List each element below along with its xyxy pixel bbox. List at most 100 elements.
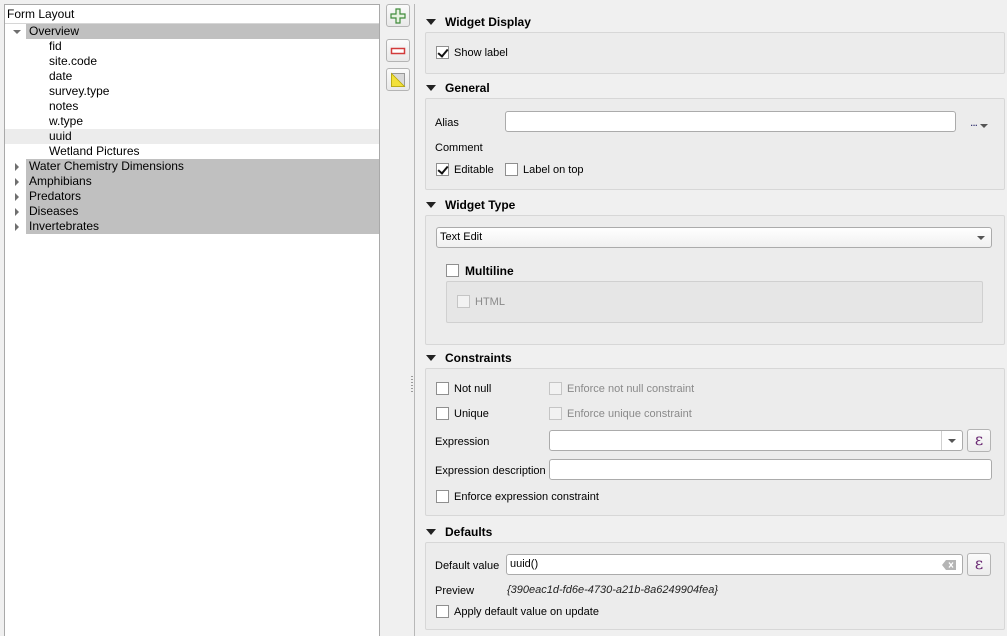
- show-label-checkbox[interactable]: [436, 46, 449, 59]
- collapsed-arrow-icon[interactable]: [12, 189, 22, 204]
- apply-on-update-checkbox[interactable]: [436, 605, 449, 618]
- tree-field-row[interactable]: site.code: [5, 54, 379, 69]
- tree-field-row[interactable]: date: [5, 69, 379, 84]
- default-value-input[interactable]: uuid(): [506, 554, 963, 575]
- section-defaults[interactable]: Defaults: [426, 524, 492, 540]
- general-group: Alias ... Comment Editable Label on top: [425, 98, 1005, 190]
- collapsed-arrow-icon[interactable]: [12, 159, 22, 174]
- plus-icon: [390, 7, 406, 24]
- section-constraints[interactable]: Constraints: [426, 350, 512, 366]
- multiline-label: Multiline: [465, 264, 514, 278]
- preview-label: Preview: [435, 585, 475, 597]
- comment-label: Comment: [435, 142, 483, 154]
- separator: [941, 431, 942, 450]
- chevron-down-icon: [977, 236, 985, 240]
- tree-container-row[interactable]: Amphibians: [5, 174, 379, 189]
- expression-input[interactable]: [549, 430, 963, 451]
- splitter-handle[interactable]: [411, 376, 413, 394]
- tree-field-row[interactable]: notes: [5, 99, 379, 114]
- not-null-label: Not null: [454, 383, 492, 395]
- tree-item-label: Wetland Pictures: [49, 144, 140, 158]
- collapse-icon: [426, 202, 436, 208]
- alias-more-button[interactable]: ...: [970, 115, 988, 129]
- editable-label: Editable: [454, 164, 494, 176]
- tree-item-label: Diseases: [29, 204, 79, 218]
- editable-checkbox[interactable]: [436, 163, 449, 176]
- chevron-down-icon: [980, 124, 988, 128]
- section-title: Constraints: [445, 351, 512, 365]
- label-on-top-checkbox[interactable]: [505, 163, 518, 176]
- expression-description-input[interactable]: [549, 459, 992, 480]
- tree-container-row[interactable]: Overview: [5, 24, 379, 39]
- tree-item-label: Amphibians: [29, 174, 92, 188]
- tree-item-label: Predators: [29, 189, 82, 203]
- form-layout-tree[interactable]: Form Layout Overview fid site.code date surv…: [4, 4, 380, 636]
- collapse-icon: [426, 19, 436, 25]
- tree-container-row[interactable]: Diseases: [5, 204, 379, 219]
- widget-type-select[interactable]: Text Edit: [436, 227, 992, 248]
- not-null-checkbox[interactable]: [436, 382, 449, 395]
- default-expression-builder-button[interactable]: ε: [967, 553, 991, 576]
- tree-item-label: site.code: [49, 54, 98, 68]
- enforce-unique-checkbox[interactable]: [549, 407, 562, 420]
- collapsed-arrow-icon[interactable]: [12, 204, 22, 219]
- section-title: Widget Display: [445, 15, 531, 29]
- widget-type-value: Text Edit: [440, 231, 483, 243]
- label-on-top-label: Label on top: [523, 164, 584, 176]
- more-icon: ...: [970, 115, 978, 129]
- multiline-checkbox[interactable]: [446, 264, 459, 277]
- invert-selection-button[interactable]: [386, 68, 410, 91]
- section-general[interactable]: General: [426, 80, 490, 96]
- unique-checkbox[interactable]: [436, 407, 449, 420]
- tree-rows: Overview fid site.code date survey.type notes…: [5, 24, 379, 234]
- enforce-not-null-label: Enforce not null constraint: [567, 383, 695, 395]
- section-title: Defaults: [445, 525, 493, 539]
- tree-item-label: Water Chemistry Dimensions: [29, 159, 184, 173]
- collapsed-arrow-icon[interactable]: [12, 174, 22, 189]
- expression-builder-button[interactable]: ε: [967, 429, 991, 452]
- tree-field-row[interactable]: fid: [5, 39, 379, 54]
- section-title: Widget Type: [445, 198, 516, 212]
- tree-field-row[interactable]: survey.type: [5, 84, 379, 99]
- alias-input[interactable]: [505, 111, 956, 132]
- remove-item-button[interactable]: [386, 39, 410, 62]
- tree-field-row[interactable]: Wetland Pictures: [5, 144, 379, 159]
- collapsed-arrow-icon[interactable]: [12, 219, 22, 234]
- tree-item-label: uuid: [49, 129, 72, 143]
- enforce-not-null-checkbox[interactable]: [549, 382, 562, 395]
- unique-label: Unique: [454, 408, 489, 420]
- tree-item-label: Overview: [29, 24, 80, 38]
- collapse-icon: [426, 85, 436, 91]
- clear-icon[interactable]: [942, 560, 956, 570]
- tree-field-row[interactable]: w.type: [5, 114, 379, 129]
- section-widget-type[interactable]: Widget Type: [426, 197, 515, 213]
- widget-display-group: Show label: [425, 32, 1005, 74]
- default-value-label: Default value: [435, 560, 500, 572]
- html-label: HTML: [475, 296, 505, 308]
- tree-container-row[interactable]: Predators: [5, 189, 379, 204]
- defaults-group: Default value uuid() ε Preview {390eac1d…: [425, 542, 1005, 630]
- expanded-arrow-icon[interactable]: [12, 24, 22, 39]
- tree-item-label: fid: [49, 39, 62, 53]
- tree-container-row[interactable]: Water Chemistry Dimensions: [5, 159, 379, 174]
- chevron-down-icon[interactable]: [948, 439, 956, 443]
- invert-selection-icon: [391, 72, 406, 87]
- tree-container-row[interactable]: Invertebrates: [5, 219, 379, 234]
- add-container-button[interactable]: [386, 4, 410, 27]
- show-label-label: Show label: [454, 47, 508, 59]
- multiline-group: HTML: [446, 281, 983, 323]
- tree-item-label: date: [49, 69, 73, 83]
- tree-item-label: notes: [49, 99, 79, 113]
- section-widget-display[interactable]: Widget Display: [426, 14, 531, 30]
- tree-field-row[interactable]: uuid: [5, 129, 379, 144]
- field-properties-panel: Widget Display Show label General Alias …: [415, 4, 1007, 636]
- collapse-icon: [426, 529, 436, 535]
- collapse-icon: [426, 355, 436, 361]
- enforce-expression-checkbox[interactable]: [436, 490, 449, 503]
- epsilon-icon: ε: [974, 430, 984, 449]
- html-checkbox[interactable]: [457, 295, 470, 308]
- epsilon-icon: ε: [974, 554, 984, 573]
- expression-label: Expression: [435, 436, 490, 448]
- default-value-text: uuid(): [510, 558, 539, 570]
- container-highlight: [26, 204, 379, 219]
